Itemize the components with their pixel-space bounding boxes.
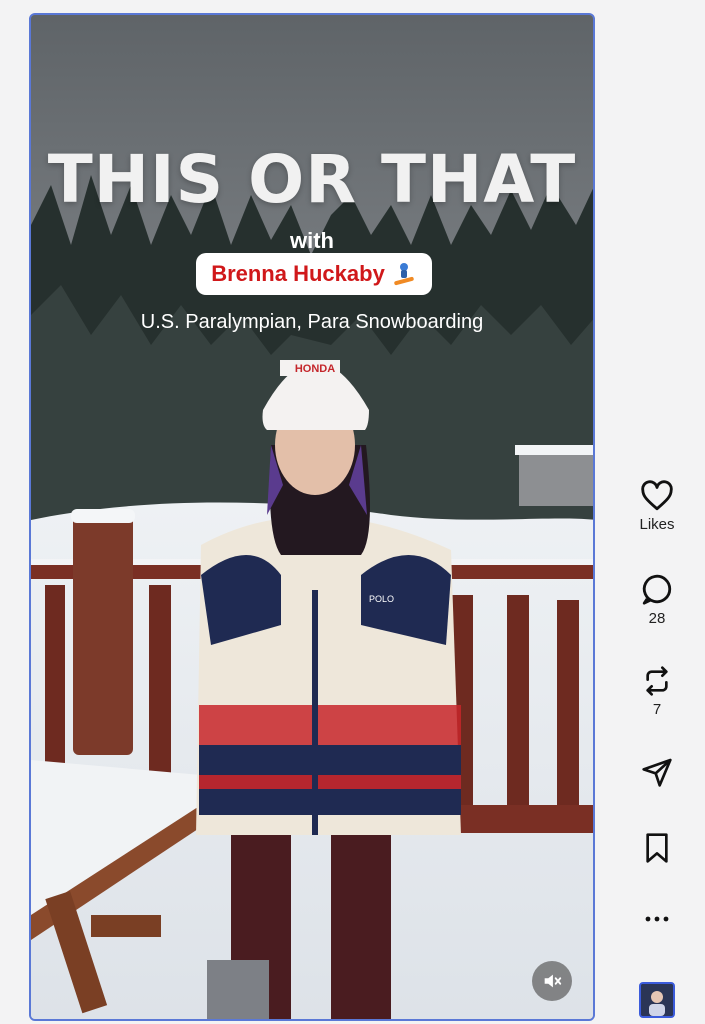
comment-icon: [642, 574, 672, 605]
guest-name-pill: Brenna Huckaby: [196, 253, 432, 295]
repost-icon: [646, 666, 668, 696]
like-button[interactable]: Likes: [617, 480, 697, 533]
heart-icon: [641, 480, 673, 511]
beanie-logo-text: HONDA: [295, 363, 335, 375]
mute-toggle-button[interactable]: [532, 961, 572, 1001]
guest-name: Brenna Huckaby: [211, 261, 385, 286]
more-options-button[interactable]: [617, 914, 697, 924]
repost-count: 7: [652, 701, 662, 718]
like-label: Likes: [639, 516, 675, 533]
video-player[interactable]: HONDA POLO THIS OR THAT with Brenna Huck…: [29, 13, 595, 1021]
audio-avatar[interactable]: [639, 982, 675, 1018]
overlay-title: THIS OR THAT: [47, 141, 577, 218]
more-dots-icon: [645, 916, 669, 922]
share-button[interactable]: [617, 756, 697, 788]
comment-count: 28: [648, 610, 666, 627]
overlay-with: with: [290, 228, 334, 253]
bookmark-icon: [646, 833, 668, 863]
save-button[interactable]: [617, 832, 697, 864]
muted-speaker-icon: [544, 974, 562, 988]
repost-button[interactable]: 7: [617, 665, 697, 718]
snowboarder-icon: [394, 263, 414, 286]
guest-subtitle: U.S. Paralympian, Para Snowboarding: [140, 311, 484, 333]
jacket-logo-text: POLO: [369, 594, 394, 604]
comment-button[interactable]: 28: [617, 572, 697, 627]
send-icon: [642, 758, 672, 787]
avatar-thumbnail-icon: [641, 984, 673, 1016]
